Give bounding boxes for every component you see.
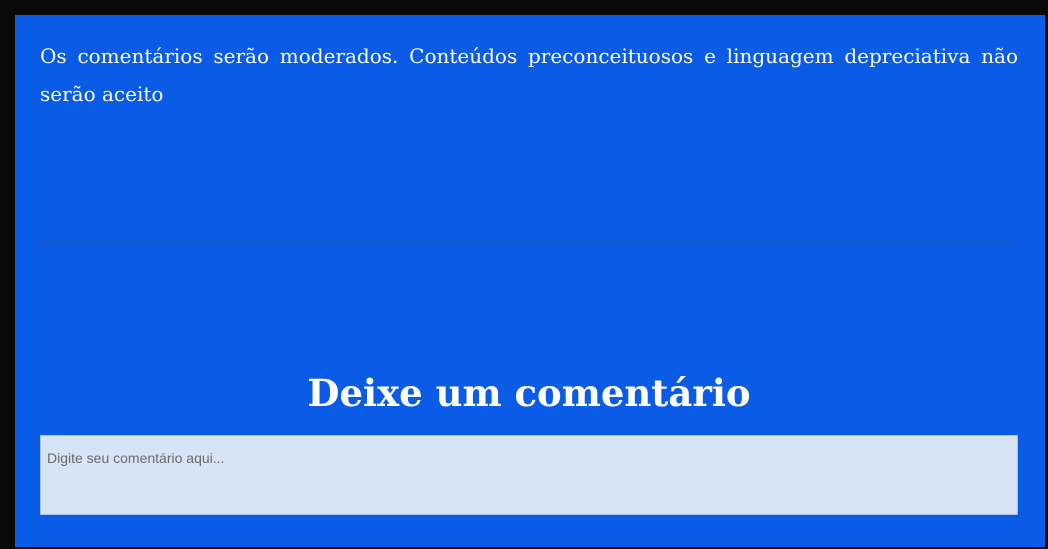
moderation-notice: Os comentários serão moderados. Conteúdo… — [40, 44, 1018, 106]
outer-frame: Os comentários serão moderados. Conteúdo… — [0, 0, 1048, 549]
section-divider — [40, 242, 1018, 243]
comment-section-heading: Deixe um comentário — [307, 371, 751, 415]
comment-input[interactable] — [40, 435, 1018, 515]
comments-panel: Os comentários serão moderados. Conteúdo… — [15, 15, 1045, 547]
